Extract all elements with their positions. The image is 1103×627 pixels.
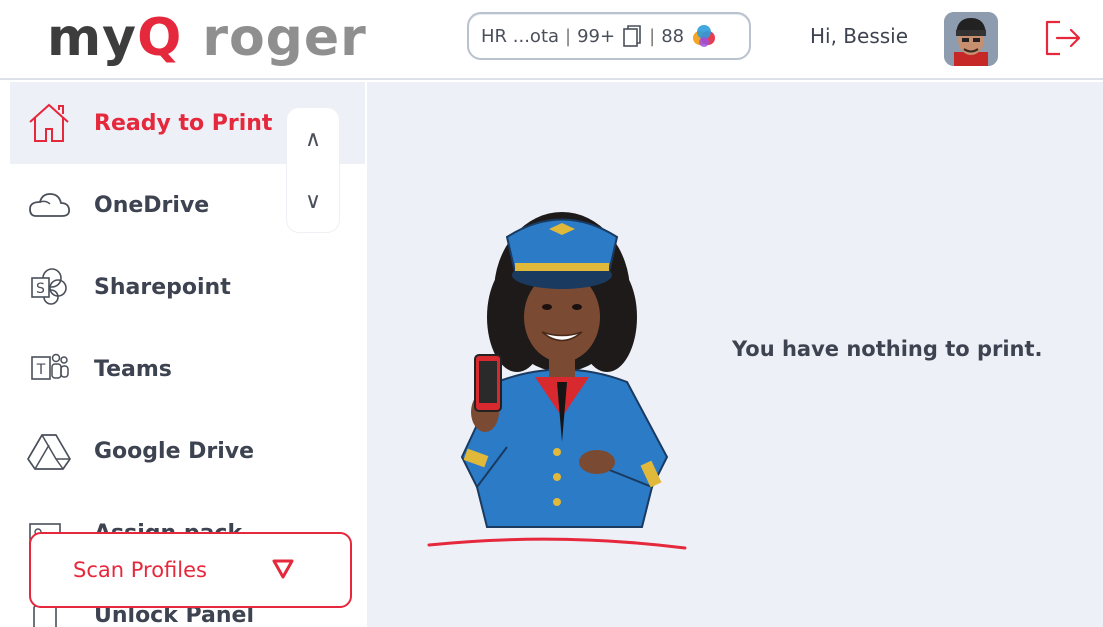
logo-roger: roger [202,8,367,68]
credit-count: 88 [661,25,685,47]
triangle-down-icon [272,559,294,579]
sidebar-item-label: Google Drive [94,438,255,464]
app-header: myQ roger HR ...ota | 99+ | 88 Hi, Bessi… [0,0,1103,80]
scroll-down-button[interactable]: ∨ [287,170,339,232]
pilot-illustration [427,212,687,550]
myq-roger-logo: myQ roger [47,8,367,68]
sidebar-item-label: Teams [94,356,172,382]
color-toner-icon [693,25,716,47]
user-avatar[interactable] [944,12,998,66]
logo-myq: myQ [47,8,183,68]
svg-text:T: T [36,362,46,378]
teams-icon: T [26,346,72,392]
home-icon [26,100,72,146]
sidebar-item-google-drive[interactable]: Google Drive [10,410,365,492]
printer-status-pill[interactable]: HR ...ota | 99+ | 88 [467,12,751,60]
logout-button[interactable] [1043,18,1083,58]
sidebar-item-sharepoint[interactable]: S Sharepoint [10,246,365,328]
pages-icon [623,25,641,47]
sidebar-item-teams[interactable]: T Teams [10,328,365,410]
scan-profiles-label: Scan Profiles [73,558,207,582]
jobs-count: 99+ [577,25,616,47]
logout-icon [1045,20,1081,56]
scroll-up-button[interactable]: ∧ [287,108,339,170]
svg-text:S: S [36,281,45,297]
user-greeting: Hi, Bessie [810,24,909,48]
main-content: You have nothing to print. [367,82,1103,627]
sidebar-item-label: Ready to Print [94,110,273,136]
cloud-icon [26,182,72,228]
avatar-image [944,12,998,66]
scan-profiles-button[interactable]: Scan Profiles [29,532,352,608]
sharepoint-icon: S [26,264,72,310]
google-drive-icon [26,428,72,474]
empty-state-message: You have nothing to print. [732,337,1043,361]
sidebar-item-label: OneDrive [94,192,210,218]
printer-location: HR ...ota [481,25,560,47]
sidebar-item-label: Sharepoint [94,274,231,300]
sidebar-scroll-controls: ∧ ∨ [287,108,339,232]
